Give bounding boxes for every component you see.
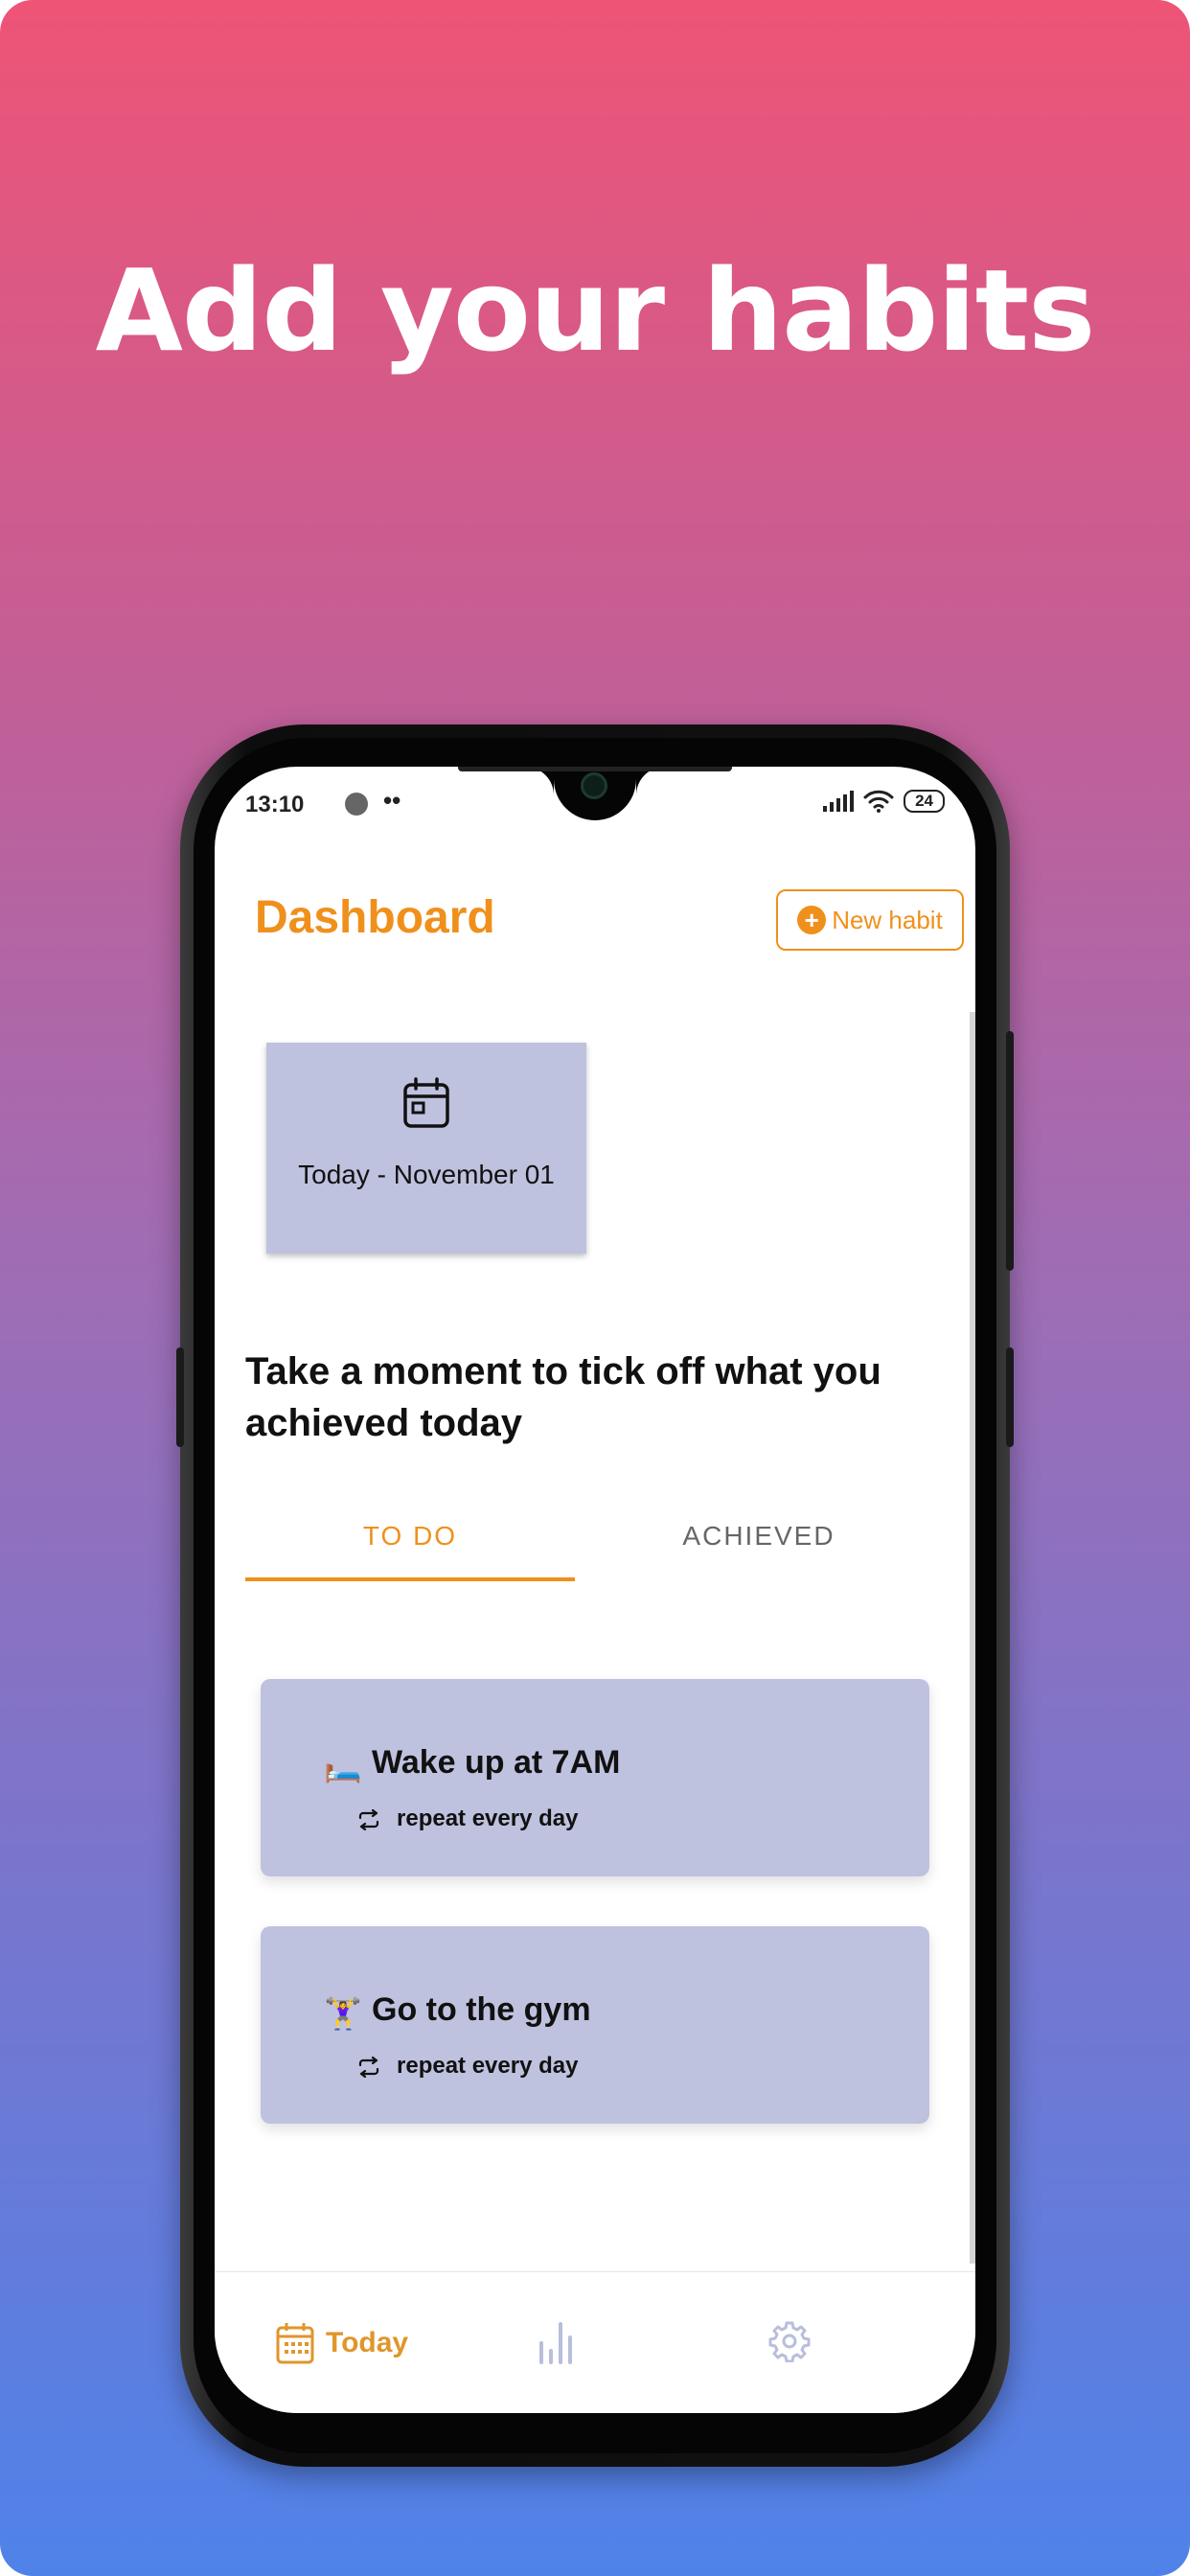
nav-today[interactable]: Today (276, 2322, 408, 2364)
messenger-icon (345, 793, 368, 816)
promo-headline: Add your habits (95, 244, 1096, 377)
new-habit-label: New habit (832, 905, 943, 934)
repeat-icon (358, 2057, 379, 2078)
date-card[interactable]: Today - November 01 (266, 1043, 586, 1254)
earpiece-speaker (458, 767, 732, 771)
habit-repeat: repeat every day (397, 2053, 579, 2079)
habit-repeat: repeat every day (397, 1806, 579, 1831)
gear-icon (768, 2321, 811, 2363)
active-tab-indicator (245, 1577, 575, 1581)
calendar-icon (276, 2323, 314, 2364)
weightlifter-icon: 🏋️‍♀️ (324, 1996, 362, 2031)
habit-card[interactable]: 🏋️‍♀️ Go to the gym repeat every day (261, 1926, 929, 2124)
tab-achieved[interactable]: ACHIEVED (594, 1512, 924, 1560)
side-button (176, 1347, 184, 1447)
volume-button (1006, 1031, 1014, 1271)
habit-name: Go to the gym (372, 1991, 591, 2028)
phone-screen: 13:10 •• 24 Dashboard + New habit Today … (215, 767, 975, 2413)
scrollbar[interactable] (970, 1012, 975, 2264)
notification-dots: •• (383, 786, 401, 815)
bar-chart-icon (539, 2322, 572, 2364)
status-time: 13:10 (245, 792, 305, 817)
prompt-text: Take a moment to tick off what you achie… (245, 1350, 881, 1444)
habit-name: Wake up at 7AM (372, 1744, 621, 1781)
nav-stats[interactable] (537, 2320, 575, 2369)
status-bar: 13:10 •• 24 (245, 786, 945, 828)
bottom-nav: Today (215, 2271, 975, 2413)
habit-card[interactable]: 🛏️ Wake up at 7AM repeat every day (261, 1679, 929, 1876)
repeat-icon (358, 1809, 379, 1830)
nav-today-label: Today (326, 2327, 409, 2358)
power-button (1006, 1347, 1014, 1447)
date-label: Today - November 01 (298, 1160, 555, 1189)
page-title: Dashboard (255, 892, 495, 943)
new-habit-button[interactable]: + New habit (776, 889, 964, 951)
signal-icon (823, 791, 855, 812)
bed-icon: 🛏️ (324, 1749, 362, 1783)
wifi-icon (863, 790, 894, 813)
battery-icon: 24 (904, 790, 945, 813)
tab-todo[interactable]: TO DO (245, 1512, 575, 1560)
tab-bar: TO DO ACHIEVED (245, 1512, 945, 1583)
nav-settings[interactable] (768, 2320, 811, 2367)
calendar-icon (403, 1077, 449, 1128)
plus-circle-icon: + (797, 906, 827, 934)
